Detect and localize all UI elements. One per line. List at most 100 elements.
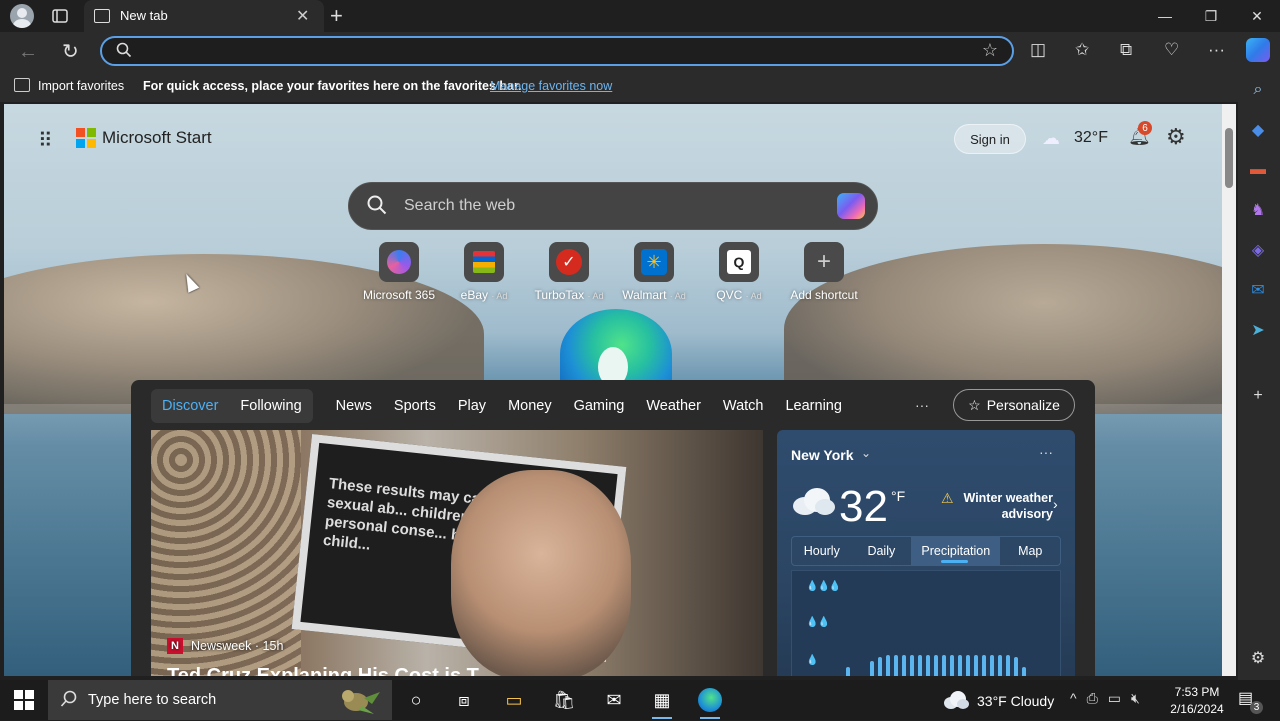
precipitation-bar: [934, 655, 938, 676]
hero-news-card[interactable]: These results may ca... Child sexual ab.…: [151, 430, 763, 676]
cloud-icon[interactable]: ☁: [1042, 128, 1060, 149]
weather-tabs: Hourly Daily Precipitation Map: [791, 536, 1061, 566]
outlook-icon[interactable]: ✉: [1248, 280, 1268, 300]
media-app-icon[interactable]: ▦: [648, 686, 676, 719]
tab-hourly[interactable]: Hourly: [792, 537, 852, 565]
page-settings-gear-icon[interactable]: ⚙: [1166, 124, 1186, 150]
sidebar-search-icon[interactable]: ⌕: [1248, 80, 1268, 100]
add-shortcut-button[interactable]: + Add shortcut: [779, 242, 869, 306]
precipitation-bar: [998, 655, 1002, 676]
precipitation-bar: [886, 655, 890, 676]
shortcut-turbotax[interactable]: ✓ TurboTax · Ad: [524, 242, 614, 306]
scrollbar-thumb[interactable]: [1225, 128, 1233, 188]
browser-tab[interactable]: New tab ✕: [84, 0, 324, 32]
copilot-icon[interactable]: [1246, 38, 1270, 62]
restore-icon[interactable]: ❐: [1188, 0, 1234, 32]
cloud-icon: [791, 486, 835, 516]
chevron-right-icon[interactable]: ›: [1053, 496, 1058, 512]
taskbar-cloud-icon[interactable]: [943, 690, 969, 710]
meet-now-icon[interactable]: ⎙: [1087, 690, 1098, 707]
tab-weather[interactable]: Weather: [635, 398, 712, 414]
precipitation-bar: [966, 655, 970, 676]
windows-start-icon[interactable]: [14, 690, 34, 710]
file-explorer-icon[interactable]: ▭: [500, 686, 528, 714]
tab-money[interactable]: Money: [497, 398, 563, 414]
tab-play[interactable]: Play: [447, 398, 497, 414]
address-bar[interactable]: ☆: [100, 36, 1014, 66]
tab-gaming[interactable]: Gaming: [563, 398, 636, 414]
tab-map[interactable]: Map: [1000, 537, 1060, 565]
new-tab-plus-icon[interactable]: +: [330, 3, 343, 29]
precipitation-bar: [1014, 657, 1018, 676]
task-view-icon[interactable]: ⧈: [450, 686, 478, 714]
microsoft-store-icon[interactable]: 🛍︎: [550, 686, 578, 714]
app-launcher-icon[interactable]: ⠿: [38, 128, 54, 153]
brand-title[interactable]: Microsoft Start: [102, 128, 212, 148]
favorites-icon[interactable]: ✩: [1075, 40, 1089, 60]
edge-taskbar-icon[interactable]: [696, 686, 724, 719]
tab-precipitation[interactable]: Precipitation: [911, 537, 1001, 565]
tools-briefcase-icon[interactable]: ▬: [1248, 160, 1268, 180]
tab-sports[interactable]: Sports: [383, 398, 447, 414]
import-favorites-button[interactable]: Import favorites: [38, 79, 124, 93]
tab-actions-menu-icon[interactable]: [48, 4, 72, 28]
taskbar-search-box[interactable]: Type here to search: [48, 680, 392, 720]
shortcut-ebay[interactable]: eBay · Ad: [439, 242, 529, 306]
tab-news[interactable]: News: [325, 398, 383, 414]
tab-daily[interactable]: Daily: [852, 537, 912, 565]
taskbar-clock[interactable]: 7:53 PM 2/16/2024: [1160, 684, 1234, 718]
close-tab-icon[interactable]: ✕: [296, 6, 309, 26]
shortcut-microsoft-365[interactable]: Microsoft 365: [354, 242, 444, 306]
shopping-tag-icon[interactable]: ◆: [1248, 120, 1268, 140]
microsoft-365-icon[interactable]: ◈: [1248, 240, 1268, 260]
refresh-icon[interactable]: ↻: [62, 39, 79, 64]
close-window-icon[interactable]: ✕: [1234, 0, 1280, 32]
drop-icon[interactable]: ➤: [1248, 320, 1268, 340]
tab-discover[interactable]: Discover: [151, 398, 229, 414]
notification-badge: 3: [1250, 701, 1263, 714]
tab-learning[interactable]: Learning: [774, 398, 852, 414]
sign-in-button[interactable]: Sign in: [954, 124, 1026, 154]
chevron-down-icon[interactable]: ⌄: [861, 446, 871, 460]
page-scrollbar[interactable]: [1222, 104, 1236, 676]
favorite-star-icon[interactable]: ☆: [982, 40, 998, 61]
tab-watch[interactable]: Watch: [712, 398, 775, 414]
minimize-icon[interactable]: —: [1142, 0, 1188, 32]
network-icon[interactable]: ▭: [1108, 690, 1121, 707]
weather-alert[interactable]: Winter weather advisory: [941, 490, 1054, 522]
collections-icon[interactable]: ⧉: [1120, 40, 1132, 60]
weather-location[interactable]: New York: [791, 447, 854, 463]
sidebar-settings-icon[interactable]: ⚙: [1248, 648, 1268, 668]
volume-muted-icon[interactable]: 🔇︎: [1131, 690, 1140, 707]
weather-more-icon[interactable]: ···: [1039, 444, 1053, 460]
precipitation-bar: [942, 655, 946, 676]
import-favorites-icon[interactable]: [14, 78, 30, 92]
chevron-up-icon[interactable]: ^: [1070, 690, 1077, 707]
shortcut-qvc[interactable]: Q QVC · Ad: [694, 242, 784, 306]
ad-label: · Ad: [669, 291, 686, 301]
shortcut-walmart[interactable]: ✳ Walmart · Ad: [609, 242, 699, 306]
manage-favorites-link[interactable]: Manage favorites now: [490, 79, 612, 93]
copilot-search-icon[interactable]: [837, 193, 865, 219]
microsoft-365-logo-icon: [379, 242, 419, 282]
hero-headline[interactable]: Ted Cruz Explaning His Cost is T...: [167, 665, 493, 676]
tab-following[interactable]: Following: [229, 398, 312, 414]
precipitation-bar: [846, 667, 850, 676]
mail-icon[interactable]: ✉: [600, 686, 628, 714]
personalize-button[interactable]: ☆ Personalize: [953, 389, 1075, 421]
more-options-icon[interactable]: ···: [1208, 40, 1225, 60]
feed-view-toggle: Discover Following: [151, 389, 313, 423]
more-tabs-icon[interactable]: ···: [915, 397, 929, 413]
taskbar-weather[interactable]: 33°F Cloudy: [977, 693, 1054, 709]
add-sidebar-app-icon[interactable]: +: [1248, 386, 1268, 406]
split-screen-icon[interactable]: ◫: [1030, 40, 1046, 60]
precipitation-bar: [870, 661, 874, 676]
browser-essentials-icon[interactable]: ♡: [1164, 40, 1179, 60]
profile-avatar[interactable]: [10, 4, 34, 28]
web-search-box[interactable]: Search the web: [348, 182, 878, 230]
back-arrow-icon[interactable]: ←: [18, 41, 38, 64]
cortana-icon[interactable]: ○: [402, 686, 430, 714]
shortcut-label: Add shortcut: [790, 288, 858, 302]
header-temperature[interactable]: 32°F: [1074, 129, 1108, 147]
games-chess-icon[interactable]: ♞: [1248, 200, 1268, 220]
